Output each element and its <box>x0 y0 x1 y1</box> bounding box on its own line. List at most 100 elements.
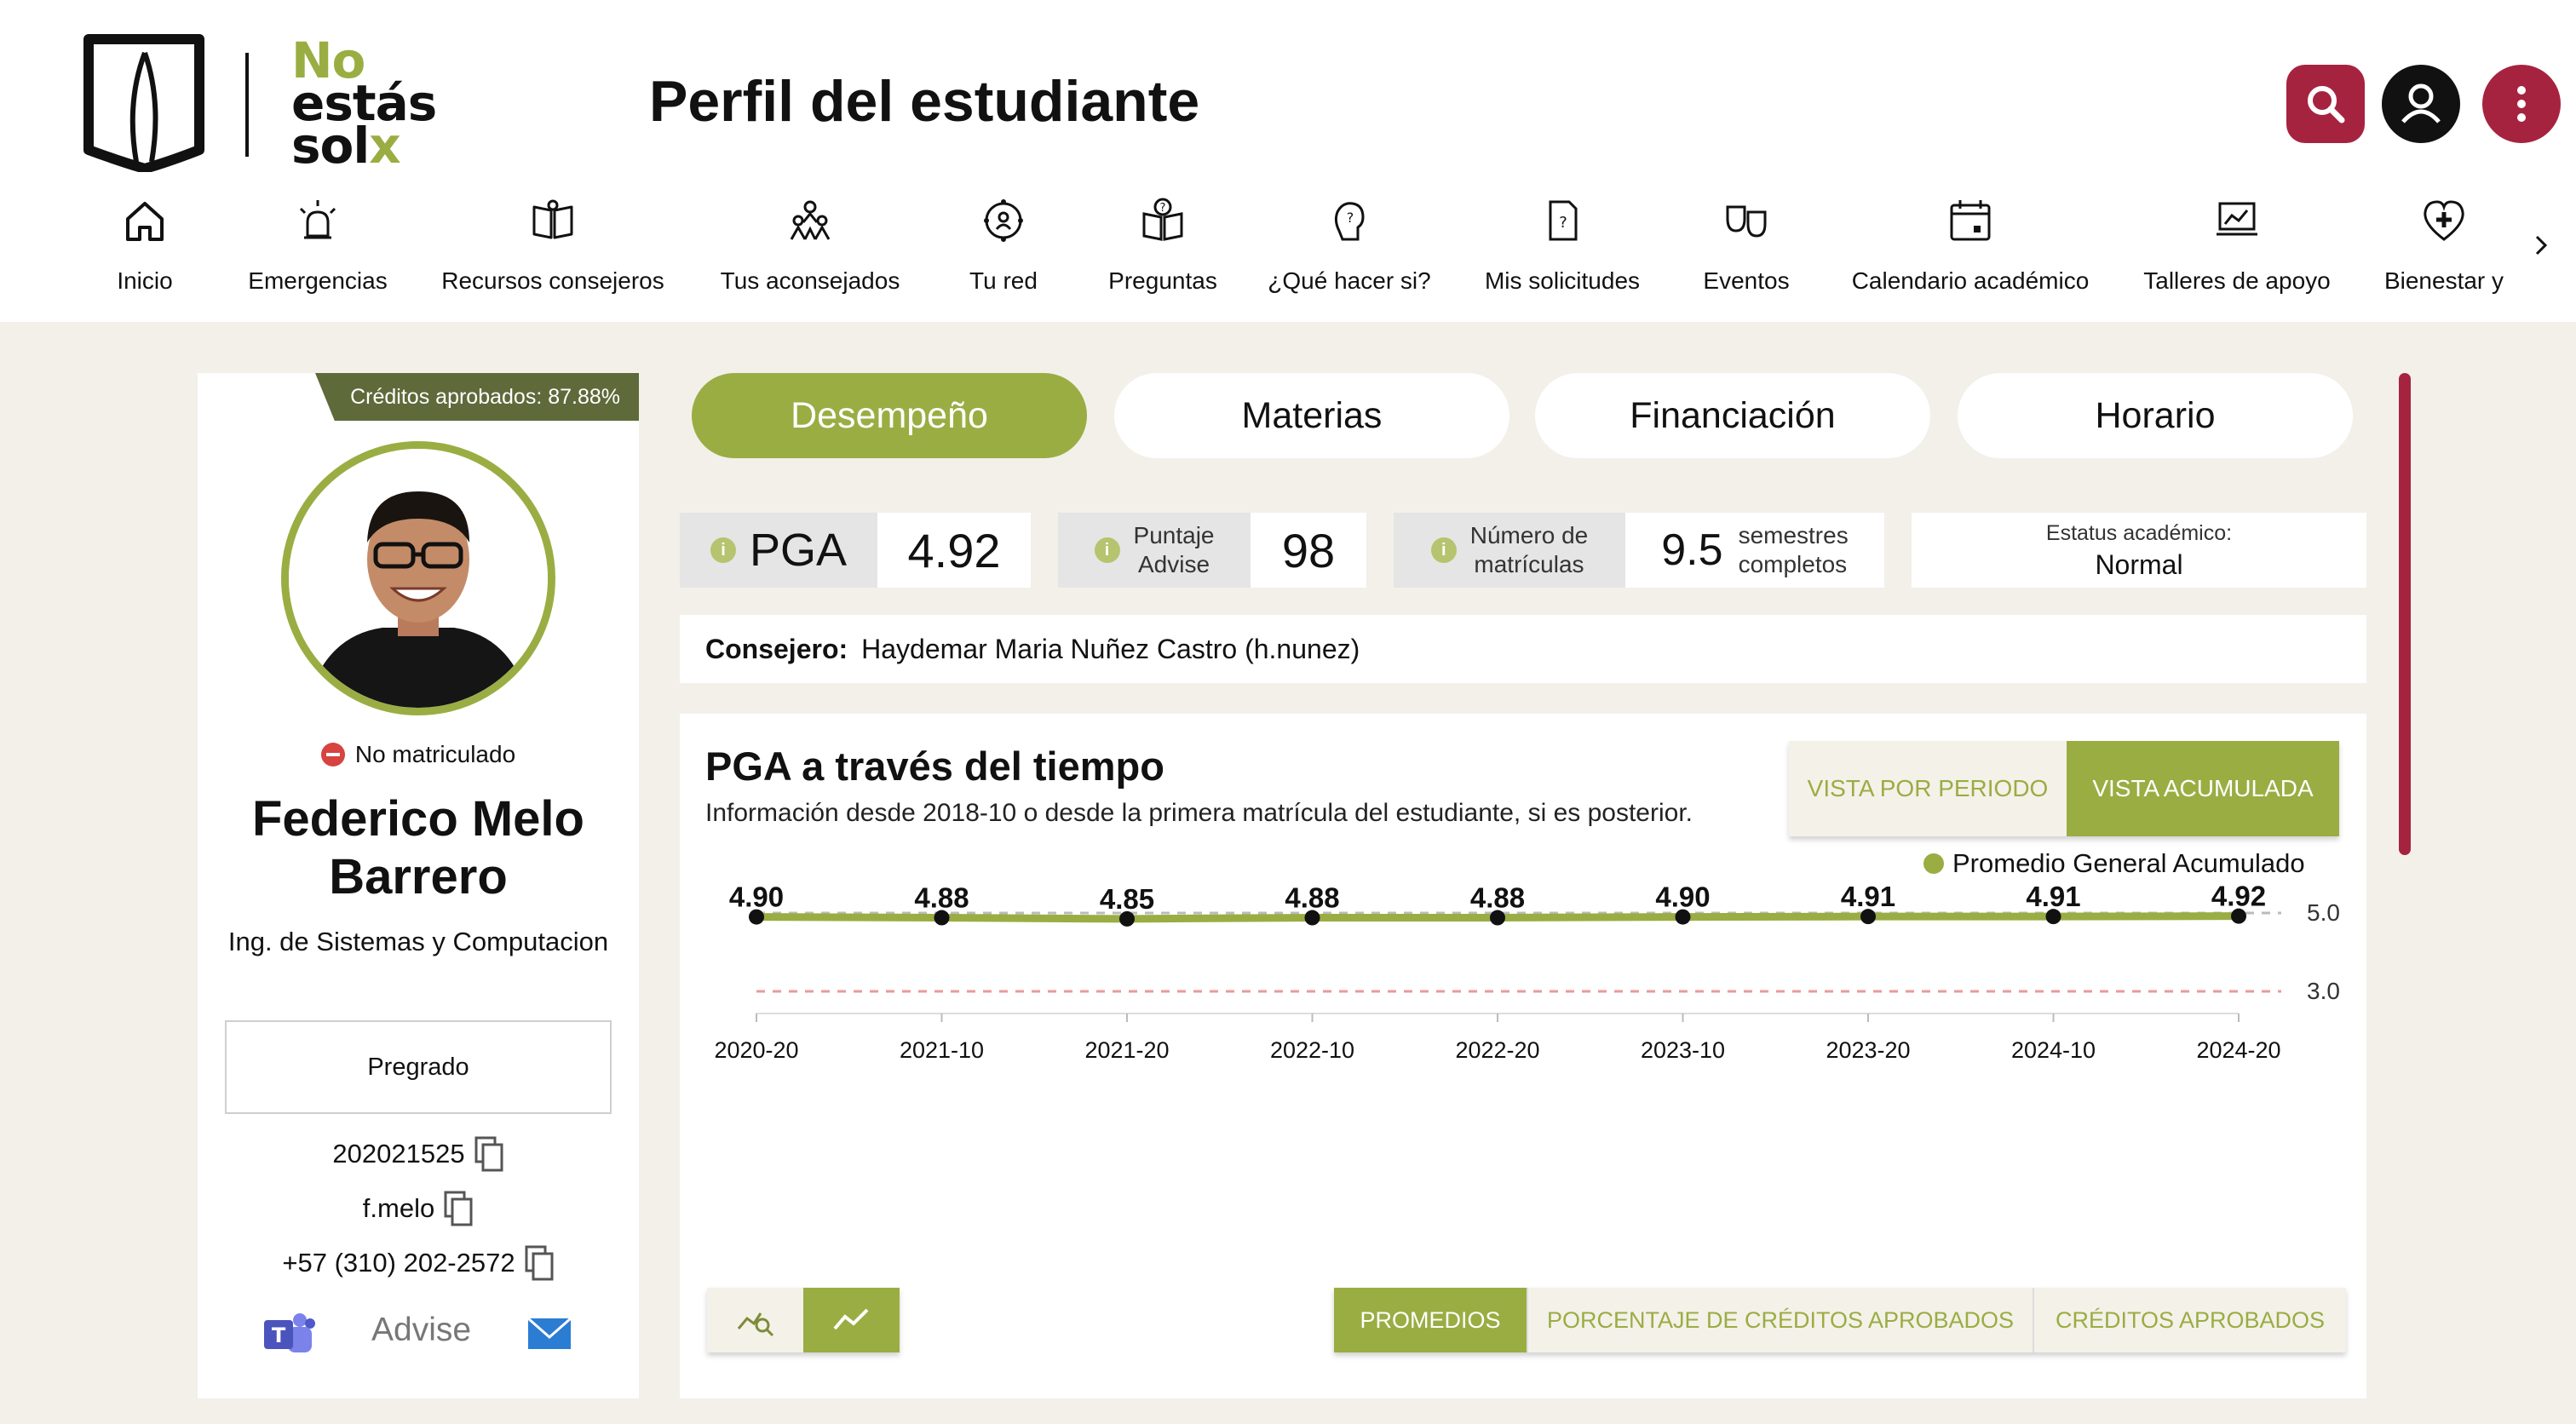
info-icon[interactable]: i <box>710 537 736 563</box>
alarm-icon <box>291 194 344 247</box>
analytics-search-icon <box>737 1312 773 1337</box>
data-label: 4.85 <box>1100 883 1154 915</box>
nav-item-preguntas[interactable]: ? Preguntas <box>1104 194 1222 305</box>
metric-promedios-button[interactable]: PROMEDIOS <box>1334 1288 1527 1352</box>
student-name: Federico Melo Barrero <box>252 791 584 904</box>
user-profile-button[interactable] <box>2382 65 2460 143</box>
data-label: 4.91 <box>1841 881 1895 912</box>
tab-materias[interactable]: Materias <box>1114 373 1509 458</box>
academic-status-label: Estatus académico: <box>2045 521 2233 545</box>
data-label: 4.88 <box>1470 882 1525 914</box>
svg-text:?: ? <box>1160 202 1166 215</box>
credits-approved-badge: Créditos aprobados: 87.88% <box>315 373 639 421</box>
logo-line-3b: x <box>369 117 400 175</box>
advisor-name: Haydemar Maria Nuñez Castro (h.nunez) <box>861 633 1360 664</box>
nav-item-inicio[interactable]: Inicio <box>109 194 181 305</box>
search-button[interactable] <box>2286 65 2365 143</box>
people-icon <box>784 194 837 247</box>
enrollments-value-box: 9.5 semestres completos <box>1625 513 1884 588</box>
student-id-row: 202021525 <box>198 1133 639 1175</box>
chart-subtitle: Información desde 2018-10 o desde la pri… <box>705 799 1693 827</box>
page-title: Perfil del estudiante <box>649 69 1200 134</box>
data-label: 4.90 <box>1655 881 1710 913</box>
student-id: 202021525 <box>332 1139 465 1168</box>
enrollments-unit-1: semestres <box>1738 522 1849 548</box>
data-label: 4.90 <box>729 881 784 913</box>
username-row: f.melo <box>198 1187 639 1230</box>
chevron-right-icon[interactable] <box>2528 228 2554 262</box>
x-tick-label: 2023-10 <box>1641 1037 1725 1063</box>
pga-value-box: 4.92 <box>877 513 1031 588</box>
view-accumulated-button[interactable]: VISTA ACUMULADA <box>2067 741 2339 836</box>
nav-item-recursos-consejeros[interactable]: Recursos consejeros <box>438 194 668 305</box>
pga-chart-card: PGA a través del tiempo Información desd… <box>680 714 2366 1398</box>
tab-horario[interactable]: Horario <box>1958 373 2353 458</box>
nav-item-mis-solicitudes[interactable]: ? Mis solicitudes <box>1481 194 1644 305</box>
copy-icon[interactable] <box>524 1244 555 1282</box>
nav-item-talleres-de-apoyo[interactable]: Talleres de apoyo <box>2142 194 2332 305</box>
calendar-icon <box>1944 194 1997 247</box>
x-tick-label: 2021-10 <box>900 1037 984 1063</box>
top-header: No estás solx Perfil del estudiante Inic… <box>0 0 2576 322</box>
nav-item-eventos[interactable]: Eventos <box>1702 194 1791 305</box>
enrollment-status: No matriculado <box>198 741 639 768</box>
nav-label: Recursos consejeros <box>441 267 664 294</box>
contact-actions: T Advise <box>198 1303 639 1361</box>
x-tick-label: 2024-20 <box>2196 1037 2280 1063</box>
nav-label: ¿Qué hacer si? <box>1268 267 1431 294</box>
logo-divider <box>245 53 249 157</box>
advise-score-label: Puntaje Advise <box>1134 521 1215 579</box>
help-head-icon: ? <box>1323 194 1376 247</box>
advise-label-box: i Puntaje Advise <box>1058 513 1251 588</box>
nav-item-que-hacer-si[interactable]: ? ¿Qué hacer si? <box>1268 194 1431 305</box>
tab-financiacion[interactable]: Financiación <box>1535 373 1930 458</box>
mail-icon[interactable] <box>526 1317 572 1351</box>
enrollments-stat: i Número de matrículas 9.5 semestres compl… <box>1394 513 1884 588</box>
pga-line-chart: 5.0 3.0 4.90 2020-20 4.88 2021-10 4.85 2021-20 4… <box>714 881 2340 1063</box>
pga-value: 4.92 <box>907 523 1001 577</box>
level-label: Pregrado <box>367 1053 469 1081</box>
info-icon[interactable]: i <box>1094 537 1120 563</box>
nav-label: Inicio <box>117 267 173 294</box>
svg-text:?: ? <box>1347 210 1354 226</box>
metric-porcentaje-creditos-button[interactable]: PORCENTAJE DE CRÉDITOS APROBADOS <box>1527 1288 2033 1352</box>
line-view-button[interactable] <box>803 1288 900 1352</box>
view-period-button[interactable]: VISTA POR PERIODO <box>1789 741 2067 836</box>
reference-label: 5.0 <box>2307 899 2340 926</box>
nav-item-tu-red[interactable]: Tu red <box>963 194 1044 305</box>
metric-toggle: PROMEDIOS PORCENTAJE DE CRÉDITOS APROBAD… <box>1334 1288 2346 1352</box>
x-tick-label: 2023-20 <box>1826 1037 1910 1063</box>
student-program: Ing. de Sistemas y Computacion <box>227 927 609 956</box>
enrollments-unit: semestres completos <box>1739 521 1849 579</box>
enrollment-status-label: No matriculado <box>354 741 516 767</box>
academic-status-value: Normal <box>2095 549 2183 580</box>
x-tick-label: 2022-20 <box>1455 1037 1539 1063</box>
x-tick-label: 2024-10 <box>2011 1037 2096 1063</box>
workshop-icon <box>2211 194 2263 247</box>
heart-plus-icon <box>2418 194 2470 247</box>
copy-icon[interactable] <box>443 1190 474 1227</box>
pga-label: PGA <box>749 525 848 576</box>
book-icon <box>526 194 579 247</box>
advise-link[interactable]: Advise <box>371 1312 471 1349</box>
x-tick-label: 2022-10 <box>1270 1037 1354 1063</box>
network-icon <box>977 194 1030 247</box>
analytics-view-button[interactable] <box>707 1288 803 1352</box>
metric-creditos-aprobados-button[interactable]: CRÉDITOS APROBADOS <box>2033 1288 2346 1352</box>
tab-desempeno[interactable]: Desempeño <box>692 373 1087 458</box>
copy-icon[interactable] <box>474 1135 504 1173</box>
scrollbar-thumb[interactable] <box>2399 373 2411 855</box>
data-label: 4.92 <box>2211 881 2266 912</box>
university-shield-logo[interactable] <box>83 34 204 172</box>
data-label: 4.88 <box>914 882 969 914</box>
teams-icon[interactable]: T <box>262 1310 317 1358</box>
nav-item-tus-aconsejados[interactable]: Tus aconsejados <box>716 194 905 305</box>
data-label: 4.91 <box>2026 881 2080 912</box>
more-options-button[interactable] <box>2482 65 2561 143</box>
nav-label: Emergencias <box>248 267 388 294</box>
nav-item-calendario-academico[interactable]: Calendario académico <box>1850 194 2090 305</box>
info-icon[interactable]: i <box>1430 537 1457 563</box>
nav-item-emergencias[interactable]: Emergencias <box>240 194 395 305</box>
nav-item-bienestar[interactable]: Bienestar y <box>2383 194 2504 305</box>
advise-value-box: 98 <box>1251 513 1366 588</box>
